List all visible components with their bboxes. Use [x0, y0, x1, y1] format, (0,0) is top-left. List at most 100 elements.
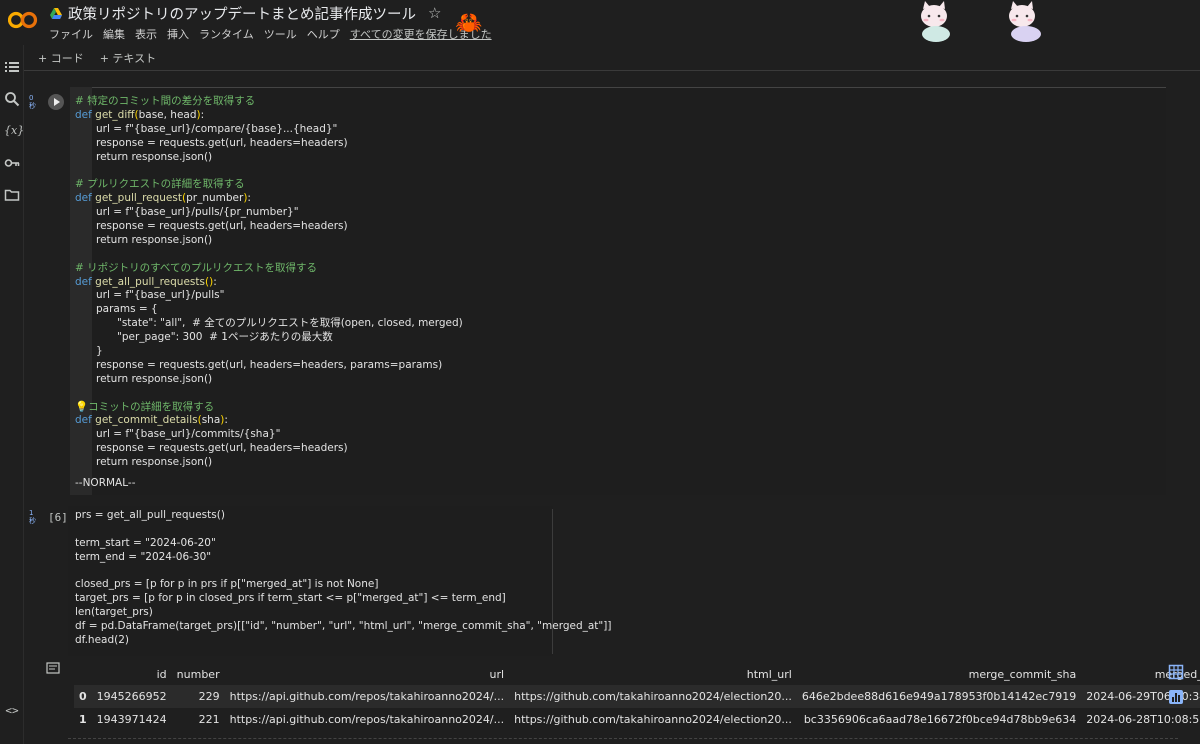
table-header: id number url html_url merge_commit_sha merge… — [74, 663, 1200, 685]
menu-item[interactable]: ランタイム — [199, 26, 254, 42]
code-line: url = f"{base_url}/pulls" — [96, 289, 225, 302]
notebook-area: 0 秒 # 特定のコミット間の差分を取得する def get_diff(base,… — [24, 72, 1200, 744]
secrets-key-icon[interactable] — [4, 155, 20, 171]
code-line: return response.json() — [96, 372, 213, 385]
column-header[interactable] — [74, 663, 92, 685]
menu-item[interactable]: ファイル — [49, 26, 93, 42]
cat-sticker-icon — [921, 1, 950, 42]
code-line: url = f"{base_url}/commits/{sha}" — [96, 428, 281, 441]
function-name: get_commit_details — [95, 414, 198, 427]
code-line: def get_pull_request(pr_number): — [75, 192, 251, 205]
code-line: "state": "all", # 全てのプルリクエストを取得(open, cl… — [117, 317, 463, 330]
row-index: 1 — [79, 713, 87, 726]
table-cell: 229 — [198, 690, 220, 703]
code-line: def get_diff(base, head): — [75, 108, 205, 121]
code-line: response = requests.get(url, headers=hea… — [96, 442, 348, 455]
code-line: return response.json() — [96, 150, 213, 163]
code-line: response = requests.get(url, headers=hea… — [96, 136, 348, 149]
title-row: 政策リポジトリのアップデートまとめ記事作成ツール ☆ — [50, 3, 441, 23]
table-cell: 1945266952 — [96, 690, 167, 703]
code-line: # プルリクエストの詳細を取得する — [75, 178, 245, 191]
chart-icon[interactable] — [1168, 689, 1184, 705]
column-header[interactable]: number — [172, 663, 225, 685]
code-line: target_prs = [p for p in closed_prs if t… — [75, 592, 506, 605]
cat-sticker-icon — [1009, 1, 1041, 42]
table-cell: 646e2bdee88d616e949a178953f0b14142ec7919 — [801, 690, 1077, 703]
code-line: url = f"{base_url}/pulls/{pr_number}" — [96, 206, 299, 219]
code-snippets-icon[interactable]: <> — [4, 703, 20, 719]
exec-time: 1 秒 — [29, 509, 36, 525]
exec-time: 0 秒 — [29, 94, 36, 110]
function-name: get_all_pull_requests — [95, 275, 205, 288]
table-cell: https://api.github.com/repos/takahiroann… — [229, 690, 505, 703]
execution-count: [6] — [48, 511, 68, 524]
code-line: # 特定のコミット間の差分を取得する — [75, 95, 256, 107]
vim-status: --NORMAL-- — [75, 477, 136, 489]
table-cell: 2024-06-28T10:08:58Z — [1086, 713, 1200, 726]
column-header[interactable]: html_url — [509, 663, 797, 685]
code-editor[interactable]: prs = get_all_pull_requests() term_start… — [75, 509, 611, 648]
top-bar: 政策リポジトリのアップデートまとめ記事作成ツール ☆ ファイル 編集 表示 挿入 ランタ… — [0, 0, 1200, 45]
function-params: sha — [201, 414, 221, 427]
code-line: "per_page": 300 # 1ページあたりの最大数 — [117, 331, 333, 344]
add-text-button[interactable]: + テキスト — [100, 50, 156, 66]
output-actions-icon[interactable] — [46, 662, 60, 674]
menu-item[interactable]: ヘルプ — [307, 26, 340, 42]
menu-item[interactable]: ツール — [264, 26, 297, 42]
add-code-button[interactable]: + コード — [38, 50, 84, 66]
code-line: df.head(2) — [75, 634, 130, 647]
code-editor[interactable]: # 特定のコミット間の差分を取得する def get_diff(base, hea… — [75, 95, 463, 470]
function-params: base, head — [138, 108, 197, 121]
table-cell: https://github.com/takahiroanno2024/elec… — [514, 690, 792, 703]
dataframe-table: id number url html_url merge_commit_sha merge… — [74, 663, 1200, 731]
table-cell: https://github.com/takahiroanno2024/elec… — [514, 713, 792, 726]
code-line: response = requests.get(url, headers=hea… — [96, 220, 348, 233]
code-line: prs = get_all_pull_requests() — [75, 509, 225, 521]
column-header[interactable]: merge_commit_sha — [797, 663, 1081, 685]
drive-icon — [50, 7, 62, 19]
folder-icon[interactable] — [4, 187, 20, 203]
table-cell: https://api.github.com/repos/takahiroann… — [229, 713, 505, 726]
colab-logo[interactable] — [8, 10, 38, 30]
table-row: 1 1943971424 221 https://api.github.com/rep… — [74, 708, 1200, 731]
function-name: get_diff — [95, 108, 135, 121]
table-row: 0 1945266952 229 https://api.github.com/rep… — [74, 685, 1200, 708]
crab-icon: 🦀 — [455, 11, 483, 36]
code-line: params = { — [96, 303, 158, 316]
table-icon[interactable] — [1168, 664, 1184, 680]
output-separator — [68, 738, 1178, 739]
code-line: def get_commit_details(sha): — [75, 414, 228, 427]
code-line: response = requests.get(url, headers=hea… — [96, 358, 443, 371]
column-header[interactable]: url — [225, 663, 510, 685]
code-line: } — [96, 345, 103, 358]
menu-bar: ファイル 編集 表示 挿入 ランタイム ツール ヘルプ すべての変更を保存しました — [49, 26, 492, 42]
toc-icon[interactable] — [4, 59, 20, 75]
run-icon[interactable] — [48, 94, 64, 110]
row-index: 0 — [79, 690, 87, 703]
code-line: closed_prs = [p for p in prs if p["merge… — [75, 578, 379, 591]
table-cell: 221 — [198, 713, 220, 726]
code-line: term_start = "2024-06-20" — [75, 536, 216, 549]
menu-item[interactable]: 編集 — [103, 26, 125, 42]
code-line: return response.json() — [96, 233, 213, 246]
notebook-title[interactable]: 政策リポジトリのアップデートまとめ記事作成ツール — [68, 3, 416, 24]
star-icon[interactable]: ☆ — [428, 4, 441, 22]
menu-item[interactable]: 表示 — [135, 26, 157, 42]
variables-icon[interactable]: {x} — [4, 123, 24, 139]
menu-item[interactable]: 挿入 — [167, 26, 189, 42]
search-icon[interactable] — [4, 91, 20, 107]
code-line: # リポジトリのすべてのプルリクエストを取得する — [75, 261, 317, 274]
column-header[interactable]: id — [92, 663, 172, 685]
function-params: pr_number — [186, 192, 244, 205]
code-line: len(target_prs) — [75, 606, 153, 619]
code-line: return response.json() — [96, 456, 213, 469]
left-sidebar: {x} <> — [0, 45, 24, 744]
code-line: df = pd.DataFrame(target_prs)[["id", "nu… — [75, 620, 612, 633]
code-line: term_end = "2024-06-30" — [75, 550, 212, 563]
table-cell: 1943971424 — [96, 713, 167, 726]
